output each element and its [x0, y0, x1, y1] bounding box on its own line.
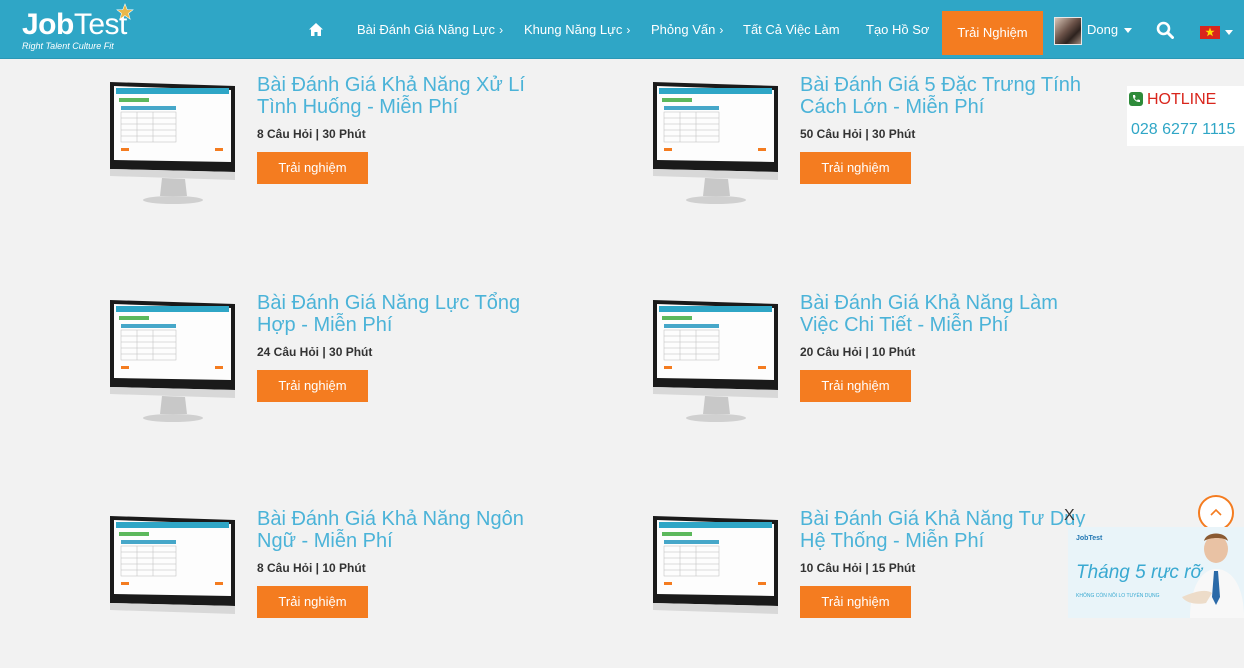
test-meta: 10 Câu Hỏi | 15 Phút: [800, 561, 916, 575]
trai-nghiem-button[interactable]: Trải nghiệm: [800, 152, 911, 184]
trai-nghiem-button[interactable]: Trải nghiệm: [257, 586, 368, 618]
user-menu[interactable]: Dong: [1087, 22, 1133, 38]
test-meta: 8 Câu Hỏi | 10 Phút: [257, 561, 366, 575]
test-meta: 8 Câu Hỏi | 30 Phút: [257, 127, 366, 141]
trai-nghiem-button[interactable]: Trải nghiệm: [257, 152, 368, 184]
logo-tagline: Right Talent Culture Fit: [22, 41, 114, 51]
trai-nghiem-button[interactable]: Trải nghiệm: [800, 370, 911, 402]
test-title[interactable]: Bài Đánh Giá Khả Năng Làm Việc Chi Tiết …: [800, 292, 1100, 336]
phone-icon: [1129, 92, 1143, 106]
vietnam-flag-icon[interactable]: [1200, 26, 1220, 39]
star-icon: [1205, 27, 1215, 37]
businessman-image: [1182, 533, 1244, 618]
chevron-right-icon: ›: [719, 23, 724, 37]
test-meta: 24 Câu Hỏi | 30 Phút: [257, 345, 373, 359]
test-title[interactable]: Bài Đánh Giá 5 Đặc Trưng Tính Cách Lớn -…: [800, 74, 1100, 118]
caret-down-icon[interactable]: [1225, 30, 1233, 35]
monitor-image: [110, 516, 235, 614]
nav-phong-van[interactable]: Phỏng Vấn ›: [651, 22, 723, 38]
monitor-image: [653, 82, 778, 204]
logo-star-icon: [116, 3, 134, 20]
ad-close-icon[interactable]: X: [1064, 508, 1075, 524]
ad-subtext: KHÔNG CÒN NỖI LO TUYỂN DỤNG: [1076, 593, 1160, 599]
nav-tat-ca-viec-lam[interactable]: Tất Cả Việc Làm: [743, 22, 840, 38]
home-icon[interactable]: [308, 22, 324, 38]
scroll-to-top-button[interactable]: [1198, 495, 1234, 531]
hotline-label: HOTLINE: [1129, 91, 1216, 109]
monitor-image: [653, 300, 778, 422]
search-icon[interactable]: [1156, 21, 1174, 39]
logo-wordmark: JobTest: [22, 8, 127, 41]
test-title[interactable]: Bài Đánh Giá Khả Năng Ngôn Ngữ - Miễn Ph…: [257, 508, 557, 552]
test-title[interactable]: Bài Đánh Giá Khả Năng Tư Duy Hệ Thống - …: [800, 508, 1100, 552]
test-title[interactable]: Bài Đánh Giá Khả Năng Xử Lí Tình Huống -…: [257, 74, 557, 118]
nav-bai-danh-gia-nang-luc[interactable]: Bài Đánh Giá Năng Lực ›: [357, 22, 503, 38]
caret-down-icon: [1124, 28, 1133, 34]
jobtest-logo[interactable]: JobTest Right Talent Culture Fit: [22, 3, 152, 53]
test-title[interactable]: Bài Đánh Giá Năng Lực Tổng Hợp - Miễn Ph…: [257, 292, 557, 336]
chevron-up-icon: [1210, 508, 1222, 516]
nav-khung-nang-luc[interactable]: Khung Năng Lực ›: [524, 22, 630, 38]
hotline-widget[interactable]: HOTLINE 028 6277 1115: [1127, 86, 1244, 146]
trai-nghiem-button[interactable]: Trải nghiệm: [800, 586, 911, 618]
nav-trai-nghiem-button[interactable]: Trải Nghiệm: [942, 11, 1043, 55]
test-card: Bài Đánh Giá Khả Năng Làm Việc Chi Tiết …: [650, 292, 1170, 452]
monitor-image: [110, 300, 235, 422]
test-card: Bài Đánh Giá 5 Đặc Trưng Tính Cách Lớn -…: [650, 74, 1170, 234]
test-meta: 50 Câu Hỏi | 30 Phút: [800, 127, 916, 141]
top-navbar: JobTest Right Talent Culture Fit Bài Đán…: [0, 0, 1244, 59]
hotline-number[interactable]: 028 6277 1115: [1131, 121, 1235, 139]
nav-tao-ho-so[interactable]: Tạo Hồ Sơ: [866, 22, 929, 38]
test-meta: 20 Câu Hỏi | 10 Phút: [800, 345, 916, 359]
chevron-right-icon: ›: [626, 23, 631, 37]
test-card: Bài Đánh Giá Khả Năng Ngôn Ngữ - Miễn Ph…: [107, 508, 627, 668]
avatar[interactable]: [1054, 17, 1082, 45]
monitor-image: [653, 516, 778, 614]
chevron-right-icon: ›: [499, 23, 504, 37]
promo-ad-banner[interactable]: JobTest Tháng 5 rực rỡ KHÔNG CÒN NỖI LO …: [1068, 527, 1244, 618]
test-card: Bài Đánh Giá Khả Năng Xử Lí Tình Huống -…: [107, 74, 627, 234]
trai-nghiem-button[interactable]: Trải nghiệm: [257, 370, 368, 402]
ad-logo: JobTest: [1076, 535, 1103, 542]
test-card: Bài Đánh Giá Năng Lực Tổng Hợp - Miễn Ph…: [107, 292, 627, 452]
monitor-image: [110, 82, 235, 204]
